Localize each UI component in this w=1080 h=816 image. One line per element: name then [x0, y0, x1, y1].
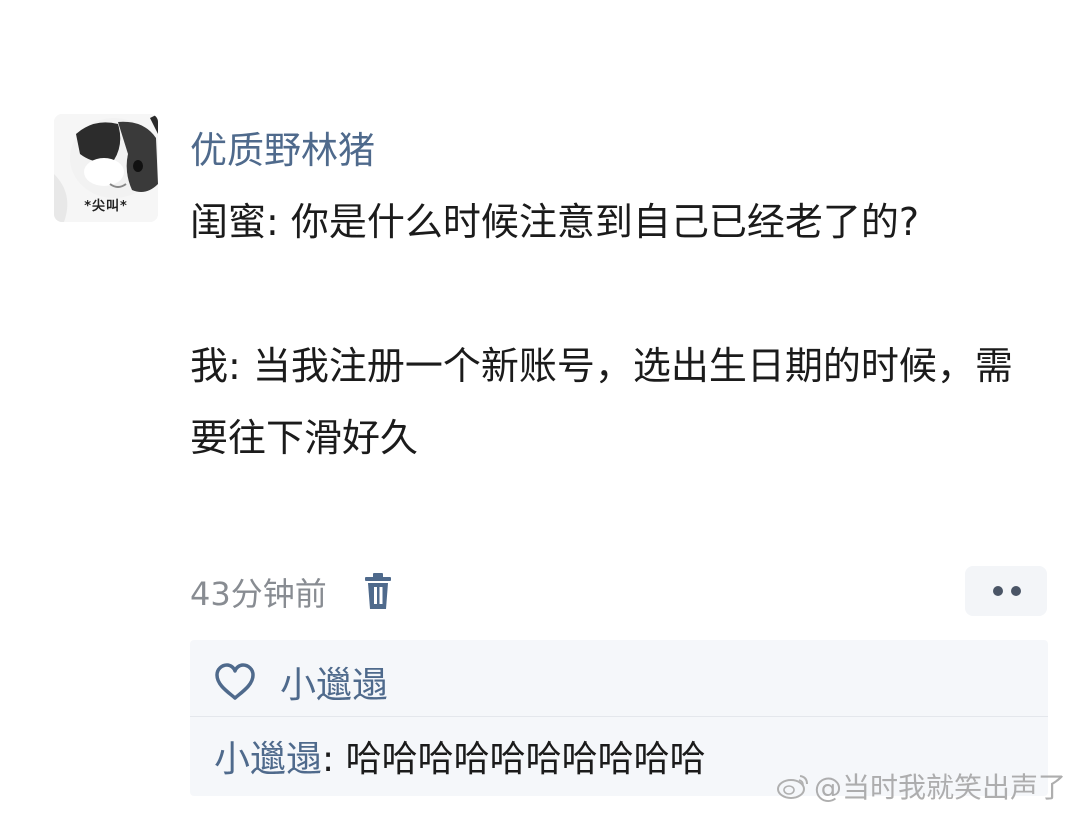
watermark-text: @当时我就笑出声了 [813, 771, 1066, 804]
avatar-caption: *尖叫* [84, 199, 128, 214]
weibo-icon [776, 772, 810, 800]
reply-separator: : [322, 739, 346, 780]
more-options-button[interactable] [965, 566, 1047, 616]
trash-icon[interactable] [363, 573, 393, 611]
reply-author[interactable]: 小邋遢 [214, 739, 322, 780]
more-dots-icon [993, 586, 1021, 596]
avatar[interactable]: *尖叫* [54, 114, 158, 222]
post-meta-row: 43分钟前 [190, 566, 393, 618]
post-paragraph-1: 闺蜜: 你是什么时候注意到自己已经老了的? [190, 200, 920, 244]
heart-outline-icon[interactable] [214, 663, 256, 701]
reply-text: 哈哈哈哈哈哈哈哈哈哈 [345, 739, 706, 780]
liked-by-name[interactable]: 小邋遢 [280, 656, 388, 708]
timestamp: 43分钟前 [190, 575, 327, 613]
reply-divider [190, 716, 1048, 717]
username[interactable]: 优质野林猪 [190, 124, 375, 178]
post-body: 闺蜜: 你是什么时候注意到自己已经老了的? 我: 当我注册一个新账号，选出生日期… [190, 186, 1050, 474]
reply-item[interactable]: 小邋遢: 哈哈哈哈哈哈哈哈哈哈 [214, 736, 706, 784]
watermark: @当时我就笑出声了 [776, 766, 1066, 806]
comment-screen: *尖叫* 优质野林猪 闺蜜: 你是什么时候注意到自己已经老了的? 我: 当我注册… [0, 0, 1080, 816]
post-paragraph-2: 我: 当我注册一个新账号，选出生日期的时候，需要往下滑好久 [190, 344, 1013, 460]
like-row: 小邋遢 [214, 654, 388, 710]
